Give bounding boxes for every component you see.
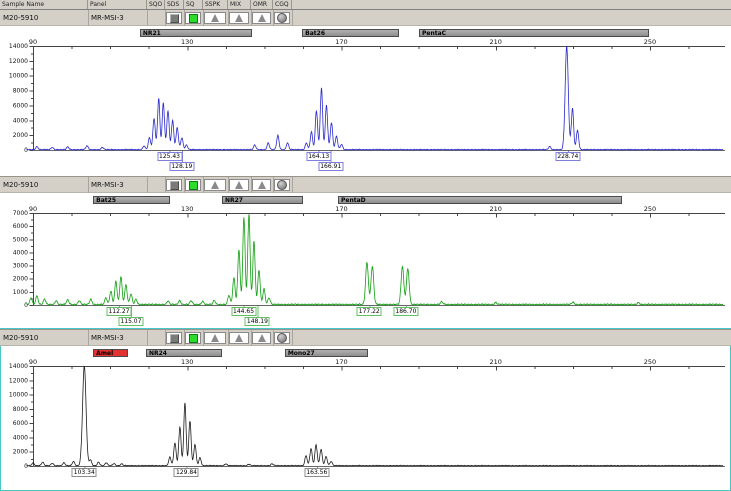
electropherogram-plot[interactable]: 90 130 170 210 250 0 2000 4000 6000 8000 10000 1200… [0,9,731,176]
y-tick-label: 2000 [13,449,28,456]
column-header-cgq[interactable]: CGQ [273,0,292,9]
x-tick-label: 250 [644,358,656,366]
column-header-row: Sample NamePanelSQOSDSSQSSPKMIXOMRCGQ [0,0,731,10]
y-tick-label: 14000 [9,363,28,370]
peak-size-label[interactable]: 148.19 [245,317,270,326]
sample-row-1[interactable]: M20-5910MR-MSI-3NR21Bat26PentaC901301702… [0,9,731,176]
y-tick-label: 1000 [13,289,28,296]
y-tick-label: 2000 [13,276,28,283]
y-tick-label: 4000 [13,434,28,441]
sample-row-3[interactable]: M20-5910MR-MSI-3AmelNR24Mono279013017021… [0,329,731,491]
peak-size-label[interactable]: 144.65 [231,307,256,316]
peak-size-label[interactable]: 228.74 [555,152,580,161]
x-tick-label: 170 [335,205,347,213]
peak-size-label[interactable]: 115.07 [118,317,143,326]
peak-size-label[interactable]: 129.84 [174,468,199,477]
x-tick-label: 210 [490,358,502,366]
y-tick-label: 4000 [13,117,28,124]
peak-size-label[interactable]: 177.22 [357,307,382,316]
x-tick-label: 130 [181,38,193,46]
x-tick-label: 170 [335,358,347,366]
column-header-omr[interactable]: OMR [251,0,273,9]
column-header-sq[interactable]: SQ [184,0,203,9]
x-tick-label: 170 [335,38,347,46]
column-header-sqo[interactable]: SQO [147,0,165,9]
peak-size-label[interactable]: 112.27 [106,307,131,316]
y-tick-label: 3000 [13,263,28,270]
column-header-mix[interactable]: MIX [228,0,251,9]
y-tick-label: 6000 [13,102,28,109]
column-header-sample-name[interactable]: Sample Name [0,0,88,9]
peak-size-label[interactable]: 103.34 [72,468,97,477]
x-tick-label: 130 [181,358,193,366]
y-tick-label: 2000 [13,132,28,139]
peak-size-label[interactable]: 125.43 [157,152,182,161]
trace-line [26,46,723,150]
peak-size-label[interactable]: 166.91 [318,162,343,171]
y-tick-label: 7000 [13,210,28,217]
x-tick-label: 90 [29,205,37,213]
x-tick-label: 90 [29,358,37,366]
y-tick-label: 14000 [9,43,28,50]
y-tick-label: 10000 [9,73,28,80]
trace-line [26,366,723,466]
y-tick-label: 0 [24,147,28,154]
y-tick-label: 12000 [9,377,28,384]
y-tick-label: 8000 [13,406,28,413]
trace-line [26,214,723,305]
y-tick-label: 8000 [13,88,28,95]
y-tick-label: 0 [24,302,28,309]
sample-row-2[interactable]: M20-5910MR-MSI-3Bat25NR27PentaD901301702… [0,176,731,329]
x-tick-label: 90 [29,38,37,46]
y-tick-label: 10000 [9,392,28,399]
electropherogram-plot[interactable]: 90 130 170 210 250 0 2000 4000 6000 8000 10000 1200… [0,329,731,491]
column-header-sds[interactable]: SDS [165,0,184,9]
x-tick-label: 210 [490,205,502,213]
x-tick-label: 250 [644,205,656,213]
y-tick-label: 12000 [9,58,28,65]
peak-size-label[interactable]: 164.13 [306,152,331,161]
x-tick-label: 250 [644,38,656,46]
peak-size-label[interactable]: 128.19 [169,162,194,171]
peak-size-label[interactable]: 186.70 [393,307,418,316]
y-tick-label: 0 [24,463,28,470]
column-header-sspk[interactable]: SSPK [203,0,228,9]
peak-size-label[interactable]: 163.56 [304,468,329,477]
fragment-analysis-viewer: Sample NamePanelSQOSDSSQSSPKMIXOMRCGQ M2… [0,0,731,491]
column-header-panel[interactable]: Panel [88,0,147,9]
y-tick-label: 6000 [13,223,28,230]
y-tick-label: 5000 [13,236,28,243]
y-tick-label: 4000 [13,249,28,256]
x-tick-label: 130 [181,205,193,213]
y-tick-label: 6000 [13,420,28,427]
x-tick-label: 210 [490,38,502,46]
